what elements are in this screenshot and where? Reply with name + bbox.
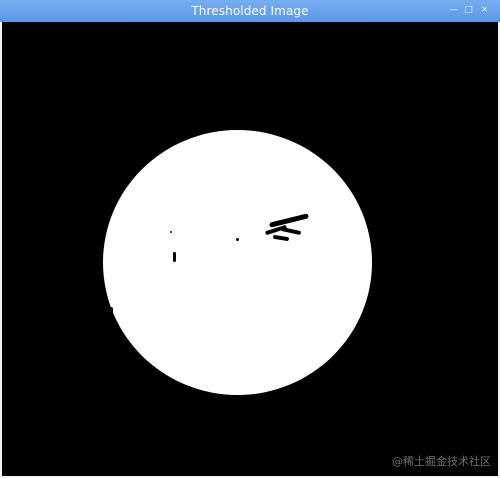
thresholded-ball-blob (103, 130, 372, 395)
minimize-button[interactable]: — (446, 3, 461, 18)
watermark-text: @稀土掘金技术社区 (392, 455, 491, 468)
close-button[interactable]: × (477, 3, 492, 18)
maximize-button[interactable]: □ (461, 3, 476, 18)
black-speck (108, 307, 113, 321)
black-speck (236, 238, 239, 241)
black-speck (170, 231, 172, 233)
window-title: Thresholded Image (191, 4, 309, 18)
black-speck (173, 252, 176, 262)
app-window: Thresholded Image — □ × @稀土掘金技术社区 (0, 0, 500, 478)
window-titlebar[interactable]: Thresholded Image — □ × (0, 0, 500, 22)
thresholded-image-canvas: @稀土掘金技术社区 (2, 22, 498, 476)
black-speck (116, 344, 124, 347)
